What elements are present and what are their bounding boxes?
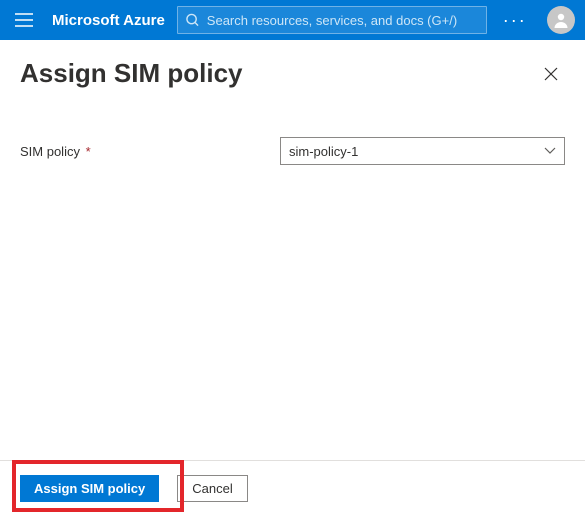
more-icon[interactable]: ··· [499,10,531,31]
top-bar: Microsoft Azure ··· [0,0,585,40]
chevron-down-icon [544,147,556,155]
menu-icon[interactable] [8,4,40,36]
panel-footer: Assign SIM policy Cancel [0,460,585,516]
panel-title: Assign SIM policy [20,58,243,89]
user-icon [552,11,570,29]
account-avatar[interactable] [547,6,575,34]
global-search[interactable] [177,6,487,34]
brand-label: Microsoft Azure [52,12,165,29]
required-marker: * [86,144,91,159]
search-icon [186,13,199,27]
sim-policy-label: SIM policy * [20,144,280,159]
close-icon [544,67,558,81]
cancel-button[interactable]: Cancel [177,475,247,502]
sim-policy-row: SIM policy * sim-policy-1 [20,137,565,165]
panel-content: Assign SIM policy SIM policy * sim-polic… [0,40,585,165]
search-input[interactable] [207,13,478,28]
sim-policy-select[interactable]: sim-policy-1 [280,137,565,165]
sim-policy-selected-value: sim-policy-1 [289,144,358,159]
assign-sim-policy-button[interactable]: Assign SIM policy [20,475,159,502]
sim-policy-label-text: SIM policy [20,144,80,159]
close-button[interactable] [537,60,565,88]
